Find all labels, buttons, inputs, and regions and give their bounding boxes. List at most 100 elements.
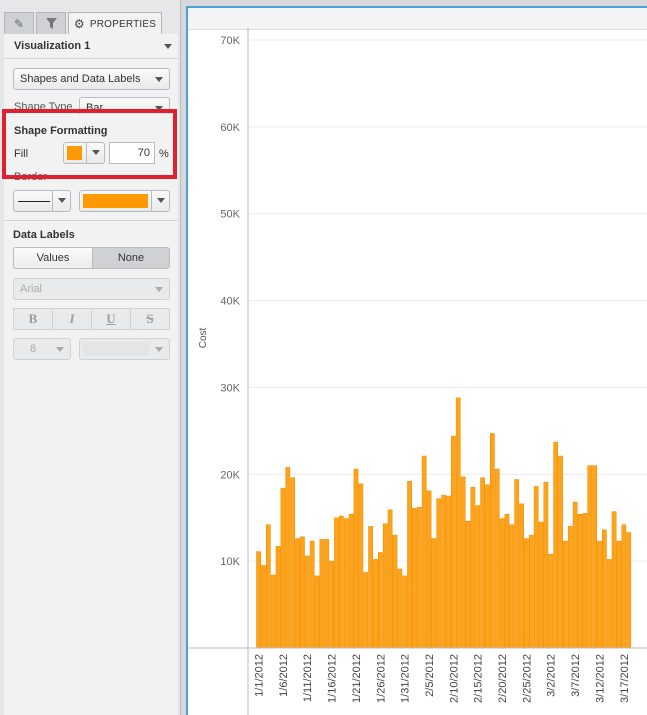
chart-bar[interactable] bbox=[514, 479, 520, 649]
chart-bar[interactable] bbox=[524, 538, 529, 649]
x-tick-label: 2/25/2012 bbox=[521, 654, 533, 703]
chart-bar[interactable] bbox=[475, 505, 481, 649]
x-tick-label: 2/10/2012 bbox=[448, 654, 460, 703]
x-tick-label: 1/1/2012 bbox=[254, 654, 266, 697]
chart-bar[interactable] bbox=[421, 455, 427, 649]
chart-bar[interactable] bbox=[494, 468, 500, 649]
chart-bar[interactable] bbox=[378, 552, 383, 649]
x-tick-label: 3/7/2012 bbox=[570, 654, 582, 697]
chart-bar[interactable] bbox=[412, 507, 417, 649]
chart-bar[interactable] bbox=[436, 498, 442, 649]
chart-bar[interactable] bbox=[490, 433, 495, 649]
chart-bar[interactable] bbox=[451, 435, 456, 649]
chart-bar[interactable] bbox=[548, 553, 554, 649]
chart-bar[interactable] bbox=[553, 441, 559, 649]
chart-bar[interactable] bbox=[392, 534, 398, 649]
chart-bar[interactable] bbox=[368, 526, 373, 649]
chart-bar[interactable] bbox=[416, 507, 422, 649]
chart-bar[interactable] bbox=[567, 526, 573, 649]
chart-bar[interactable] bbox=[499, 518, 505, 649]
chart-bar[interactable] bbox=[455, 397, 461, 649]
chart-bars bbox=[256, 397, 632, 649]
chart-bar[interactable] bbox=[480, 477, 485, 649]
chart-bar[interactable] bbox=[339, 515, 344, 649]
chart-bar[interactable] bbox=[606, 559, 612, 649]
chart-bar[interactable] bbox=[329, 560, 334, 649]
chart-gridlines bbox=[248, 39, 647, 562]
chart-bar[interactable] bbox=[290, 477, 296, 649]
chart-bar[interactable] bbox=[543, 481, 549, 649]
x-tick-label: 2/15/2012 bbox=[473, 654, 485, 703]
chart-bar[interactable] bbox=[446, 495, 451, 649]
chart-bar[interactable] bbox=[572, 501, 578, 649]
chart-bar[interactable] bbox=[577, 513, 583, 649]
y-axis-tick-labels: 10K 20K 30K 40K 50K 60K 70K bbox=[220, 35, 240, 568]
x-tick-label: 2/20/2012 bbox=[497, 654, 509, 703]
chart-bar[interactable] bbox=[587, 465, 593, 649]
chart-bar[interactable] bbox=[397, 568, 403, 649]
y-tick-label: 60K bbox=[220, 122, 240, 134]
chart-bar[interactable] bbox=[533, 486, 539, 649]
chart-bar[interactable] bbox=[265, 524, 271, 649]
x-tick-label: 1/16/2012 bbox=[327, 654, 339, 703]
chart-bar[interactable] bbox=[314, 575, 320, 649]
chart-bar[interactable] bbox=[319, 539, 325, 649]
x-tick-label: 1/31/2012 bbox=[400, 654, 412, 703]
chart-bar[interactable] bbox=[300, 536, 305, 649]
chart-bar[interactable] bbox=[504, 513, 510, 649]
x-tick-label: 1/6/2012 bbox=[278, 654, 290, 697]
chart-bar[interactable] bbox=[373, 559, 378, 649]
y-axis-label: Cost bbox=[198, 327, 209, 348]
chart-bar[interactable] bbox=[558, 455, 563, 649]
chart-bar[interactable] bbox=[485, 484, 490, 649]
x-tick-label: 3/2/2012 bbox=[546, 654, 558, 697]
chart-bar[interactable] bbox=[528, 534, 534, 649]
chart-bar[interactable] bbox=[343, 518, 349, 649]
chart-bar[interactable] bbox=[256, 551, 261, 649]
chart-bar[interactable] bbox=[407, 480, 412, 649]
chart-bar[interactable] bbox=[304, 555, 310, 649]
chart-bar[interactable] bbox=[597, 540, 602, 649]
chart-bar[interactable] bbox=[270, 574, 276, 649]
chart-bar[interactable] bbox=[261, 565, 266, 649]
chart-bar[interactable] bbox=[348, 513, 354, 649]
y-tick-label: 30K bbox=[220, 382, 240, 394]
chart-bar[interactable] bbox=[519, 503, 524, 649]
chart-bar[interactable] bbox=[309, 540, 315, 649]
chart-bar[interactable] bbox=[275, 546, 281, 649]
chart-bar[interactable] bbox=[426, 490, 432, 649]
chart-bar[interactable] bbox=[465, 520, 471, 649]
app-root: ✎ ⚙ PROPERTIES Visualization 1 Shapes an… bbox=[0, 0, 647, 715]
x-tick-label: 1/11/2012 bbox=[302, 654, 314, 702]
chart-bar[interactable] bbox=[402, 575, 408, 649]
chart-bar[interactable] bbox=[280, 487, 286, 649]
y-tick-label: 70K bbox=[220, 35, 240, 47]
x-tick-label: 1/21/2012 bbox=[351, 654, 363, 703]
chart-bar[interactable] bbox=[582, 513, 588, 649]
chart-bar[interactable] bbox=[470, 487, 476, 649]
chart-bar[interactable] bbox=[441, 494, 447, 649]
chart-bar[interactable] bbox=[626, 532, 632, 649]
chart-bar[interactable] bbox=[387, 509, 393, 649]
chart-bar[interactable] bbox=[592, 465, 597, 649]
chart-bar[interactable] bbox=[358, 483, 364, 649]
chart-bar[interactable] bbox=[353, 468, 359, 649]
chart-bar[interactable] bbox=[460, 476, 466, 649]
chart-bar[interactable] bbox=[616, 540, 622, 649]
chart-bar[interactable] bbox=[285, 467, 291, 649]
chart-bar[interactable] bbox=[611, 511, 617, 649]
chart-bar[interactable] bbox=[538, 521, 544, 649]
chart-bar[interactable] bbox=[563, 540, 568, 649]
chart-bar[interactable] bbox=[334, 517, 339, 649]
y-tick-label: 10K bbox=[220, 556, 240, 568]
chart-bar[interactable] bbox=[509, 524, 515, 649]
chart-bar[interactable] bbox=[295, 538, 300, 649]
x-tick-label: 1/26/2012 bbox=[375, 654, 387, 703]
chart-bar[interactable] bbox=[602, 529, 607, 649]
chart-bar[interactable] bbox=[324, 539, 330, 649]
chart-bar[interactable] bbox=[363, 572, 369, 649]
chart-bar[interactable] bbox=[621, 524, 627, 649]
chart-bar[interactable] bbox=[431, 538, 437, 649]
chart-bar[interactable] bbox=[382, 523, 388, 649]
bar-chart: 10K20K30K40K50K60K70K 1/1/2012 1/6/2012 1/… bbox=[188, 28, 647, 715]
